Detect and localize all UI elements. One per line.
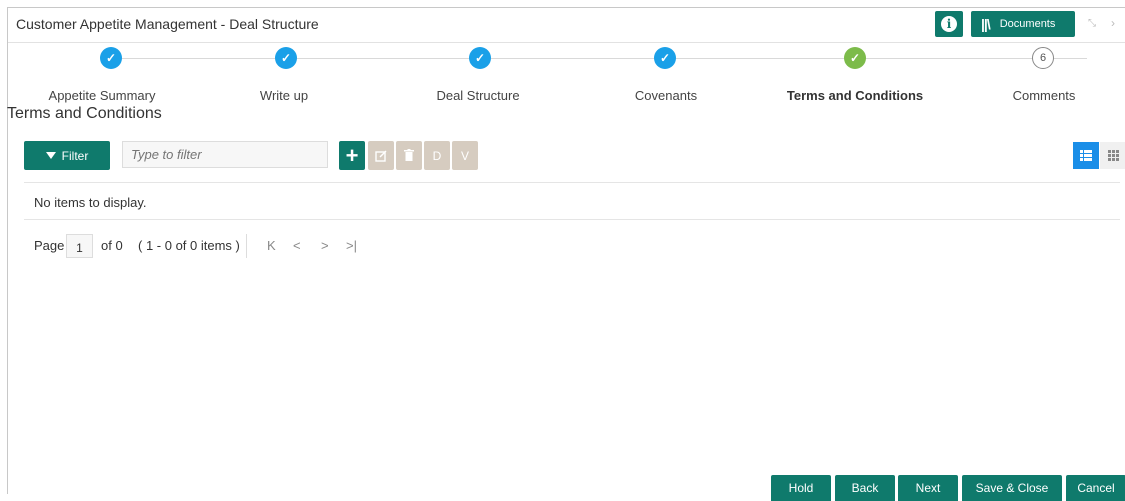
add-button[interactable]: + [339,141,365,170]
delete-button[interactable] [396,141,422,170]
pager-separator [246,234,247,258]
chevron-right-icon[interactable]: › [1111,16,1115,30]
collapse-icon[interactable]: ⤡ [1088,18,1096,29]
edit-button[interactable] [368,141,394,170]
step-6-number[interactable]: 6 [1032,47,1054,69]
empty-grid-message: No items to display. [34,195,147,210]
step-2-check-icon[interactable]: ✓ [275,47,297,69]
window-header: Customer Appetite Management - Deal Stru… [8,8,1125,43]
step-label-appetite-summary[interactable]: Appetite Summary [49,88,156,103]
step-label-deal-structure[interactable]: Deal Structure [436,88,519,103]
prev-page-icon[interactable]: < [293,238,301,253]
step-label-comments[interactable]: Comments [1013,88,1076,103]
hold-button[interactable]: Hold [771,475,831,501]
grid-footer-divider [24,219,1120,220]
filter-input[interactable] [122,141,328,168]
info-icon: i [941,16,957,32]
stepper-line [111,58,967,59]
list-view-button[interactable] [1073,142,1099,169]
next-button[interactable]: Next [898,475,958,501]
step-4-check-icon[interactable]: ✓ [654,47,676,69]
items-count-label: ( 1 - 0 of 0 items ) [138,238,240,253]
info-button[interactable]: i [935,11,963,37]
next-page-icon[interactable]: > [321,238,329,253]
grid-view-button[interactable] [1100,142,1125,169]
stepper-line-pending [967,58,1087,59]
step-label-write-up[interactable]: Write up [260,88,308,103]
section-title: Terms and Conditions [7,105,162,122]
page-number-input[interactable]: 1 [66,234,93,258]
footer-actions: Hold Back Next Save & Close Cancel [8,475,1125,501]
filter-label: Filter [61,148,89,163]
grid-header-divider [24,182,1120,183]
trash-icon [404,149,414,161]
cancel-button[interactable]: Cancel [1066,475,1125,501]
last-page-icon[interactable]: >| [346,238,357,253]
save-close-button[interactable]: Save & Close [962,475,1062,501]
step-label-terms-and-conditions[interactable]: Terms and Conditions [787,88,923,103]
window-frame: Customer Appetite Management - Deal Stru… [7,7,1125,501]
workflow-stepper: ✓ ✓ ✓ ✓ ✓ 6 Appetite Summary Write up De… [8,46,1125,108]
filter-button[interactable]: Filter [24,141,110,170]
list-view-icon [1080,150,1092,161]
step-5-check-icon[interactable]: ✓ [844,47,866,69]
funnel-icon [45,152,56,159]
v-button[interactable]: V [452,141,478,170]
plus-icon: + [345,142,359,168]
step-3-check-icon[interactable]: ✓ [469,47,491,69]
grid-view-icon [1107,150,1119,161]
step-1-check-icon[interactable]: ✓ [100,47,122,69]
back-button[interactable]: Back [835,475,895,501]
step-label-covenants[interactable]: Covenants [635,88,697,103]
page-count-label: of 0 [101,238,123,253]
edit-icon [375,150,387,162]
window-title: Customer Appetite Management - Deal Stru… [16,16,319,32]
first-page-icon[interactable]: K [267,238,276,253]
grid-toolbar: Filter + D V [24,141,1125,173]
documents-button[interactable]: ||\ Documents [971,11,1075,37]
page-label: Page [34,238,65,253]
library-icon: ||\ [981,16,991,32]
documents-label: Documents [999,18,1056,30]
d-button[interactable]: D [424,141,450,170]
